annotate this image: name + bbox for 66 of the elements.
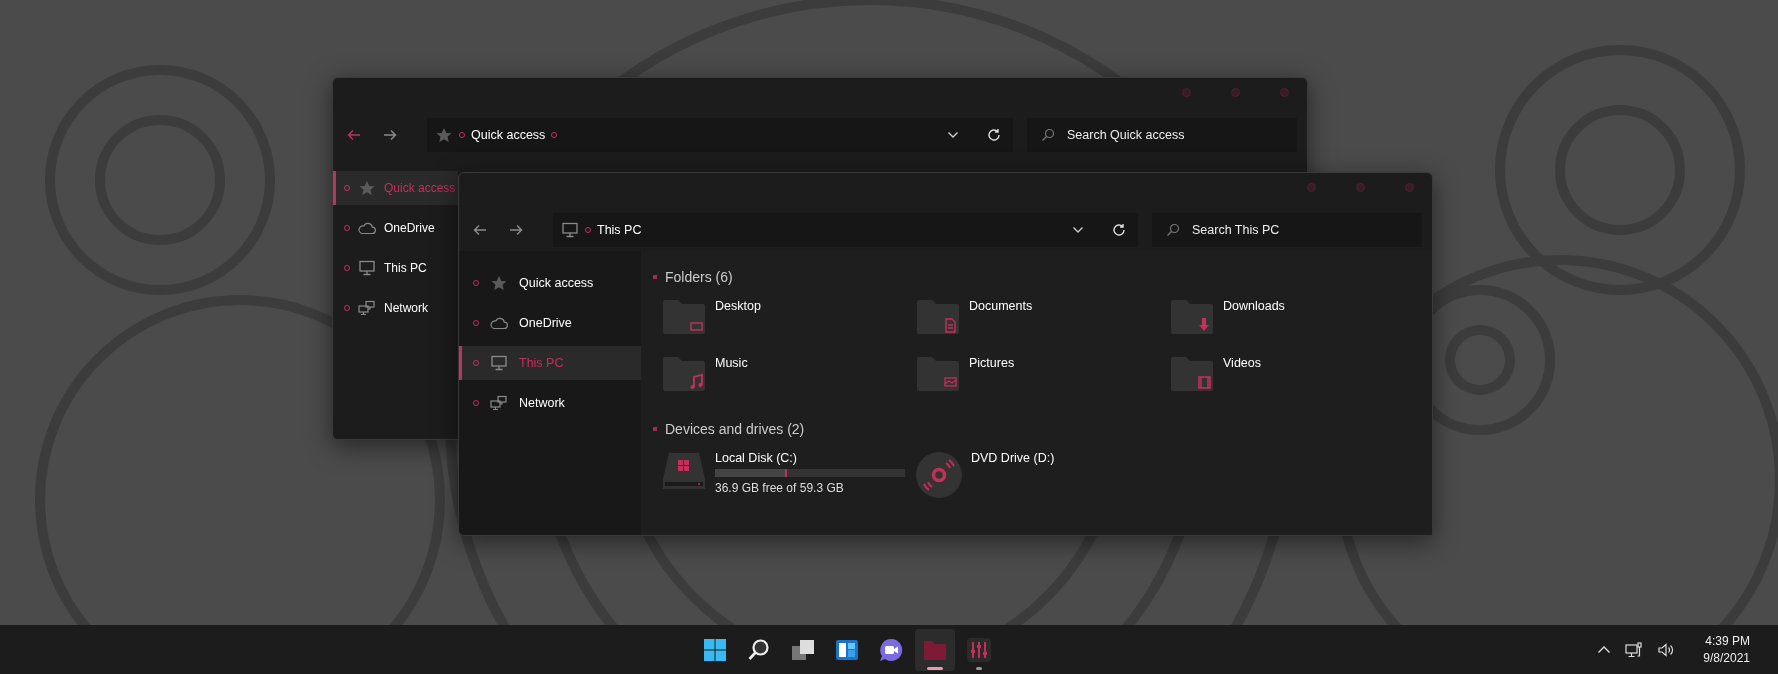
volume-icon[interactable] xyxy=(1657,641,1676,658)
search-icon xyxy=(746,636,772,663)
taskbar-button[interactable] xyxy=(915,628,955,671)
address-bar[interactable]: Quick access xyxy=(427,118,1013,152)
navigation-item[interactable]: OneDrive xyxy=(333,211,458,245)
free-space-text: 36.9 GB free of 59.3 GB xyxy=(715,481,845,495)
star-icon xyxy=(357,180,377,196)
folder-icon xyxy=(915,356,961,392)
disc-icon xyxy=(915,451,963,499)
navigation-item[interactable]: Network xyxy=(333,291,458,325)
forward-arrow-icon[interactable] xyxy=(383,129,397,141)
section-heading: Folders (6) xyxy=(665,269,733,285)
explorer-item[interactable]: Downloads xyxy=(1169,293,1423,350)
address-bar[interactable]: This PC xyxy=(553,213,1138,247)
folder-icon xyxy=(915,299,961,335)
refresh-icon[interactable] xyxy=(987,128,1001,142)
chevron-up-icon[interactable] xyxy=(1597,645,1612,654)
search-field[interactable]: Search Quick access xyxy=(1027,118,1297,152)
navigation-item[interactable]: OneDrive xyxy=(459,306,641,340)
navigation-item[interactable]: Quick access xyxy=(459,266,641,300)
address-text: This PC xyxy=(597,223,642,237)
explorer-item[interactable]: Music xyxy=(661,350,915,407)
forward-arrow-icon[interactable] xyxy=(509,224,523,236)
item-name: Pictures xyxy=(969,356,1015,370)
chevron-down-icon[interactable] xyxy=(947,131,959,139)
four-squares-icon xyxy=(702,636,728,663)
search-field[interactable]: Search This PC xyxy=(1152,213,1422,247)
star-icon xyxy=(435,127,453,143)
item-name: Music xyxy=(715,356,748,370)
network-icon xyxy=(357,300,377,316)
item-name: DVD Drive (D:) xyxy=(971,451,1055,465)
network-icon xyxy=(489,395,509,411)
folder-icon xyxy=(661,299,707,335)
folder-icon xyxy=(1169,299,1215,335)
back-arrow-icon[interactable] xyxy=(473,224,487,236)
chevron-down-icon[interactable] xyxy=(1072,226,1084,234)
explorer-item[interactable]: Local Disk (C:) 36.9 GB free of 59.3 GB xyxy=(661,445,915,502)
sliders-icon xyxy=(966,636,992,663)
back-arrow-icon[interactable] xyxy=(347,129,361,141)
item-name: Downloads xyxy=(1223,299,1285,313)
explorer-item[interactable]: Documents xyxy=(915,293,1169,350)
refresh-icon[interactable] xyxy=(1112,223,1126,237)
explorer-item[interactable]: Desktop xyxy=(661,293,915,350)
explorer-item[interactable]: Videos xyxy=(1169,350,1423,407)
clock[interactable]: 4:39 PM 9/8/2021 xyxy=(1703,632,1750,667)
section-heading: Devices and drives (2) xyxy=(665,421,805,437)
address-text: Quick access xyxy=(471,128,546,142)
hard-drive-icon xyxy=(661,451,707,491)
navigation-item[interactable]: This PC xyxy=(333,251,458,285)
item-name: Documents xyxy=(969,299,1033,313)
star-icon xyxy=(489,275,509,291)
folder-icon xyxy=(1169,356,1215,392)
cloud-icon xyxy=(357,220,377,236)
navigation-item[interactable]: Network xyxy=(459,386,641,420)
item-name: Desktop xyxy=(715,299,761,313)
item-name: Local Disk (C:) xyxy=(715,451,798,465)
explorer-item[interactable]: DVD Drive (D:) xyxy=(915,445,1169,502)
video-chat-icon xyxy=(878,636,904,663)
monitor-icon xyxy=(561,222,579,238)
folder-icon xyxy=(661,356,707,392)
cloud-icon xyxy=(489,315,509,331)
item-name: Videos xyxy=(1223,356,1261,370)
explorer-item[interactable]: Pictures xyxy=(915,350,1169,407)
monitor-icon xyxy=(489,355,509,371)
monitor-icon xyxy=(357,260,377,276)
network-icon[interactable] xyxy=(1625,641,1644,658)
